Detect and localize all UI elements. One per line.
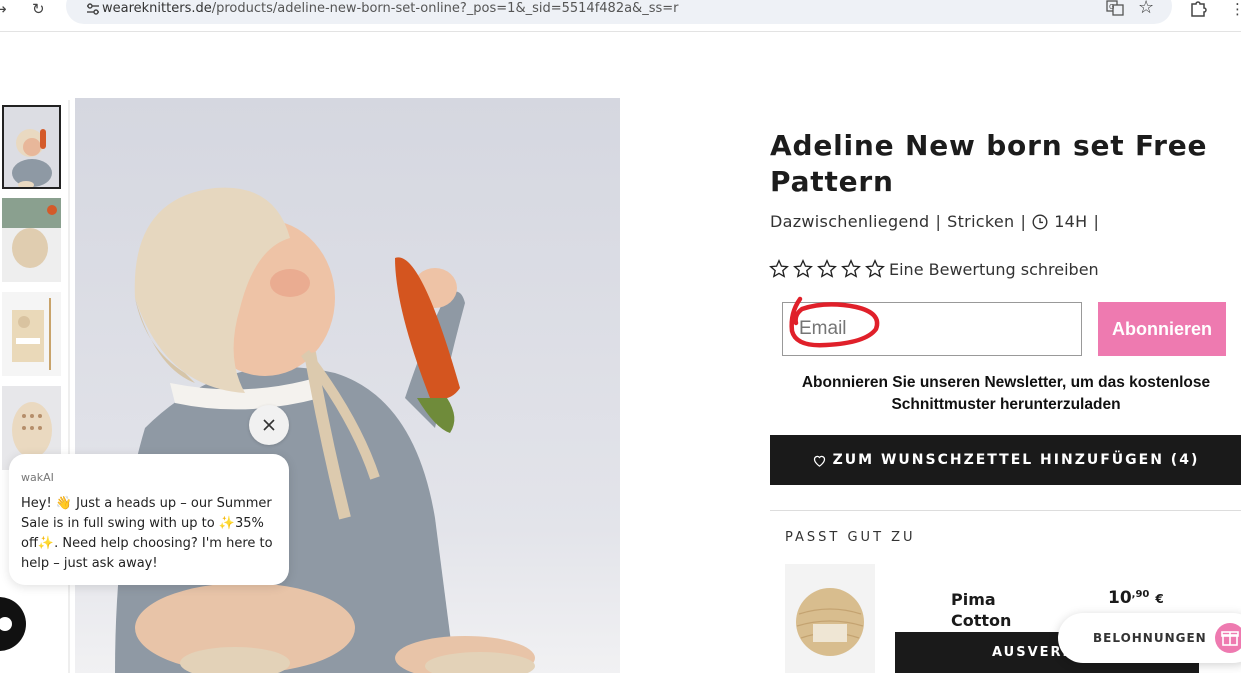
extensions-icon[interactable] [1188,0,1208,18]
product-main-image[interactable] [75,98,620,673]
heart-icon [813,455,825,467]
forward-icon[interactable]: → [0,0,7,18]
craft-type: Stricken [947,212,1015,231]
duration: 14H [1054,212,1088,231]
reload-icon[interactable]: ↻ [32,0,45,18]
rewards-widget[interactable]: BELOHNUNGEN [1058,613,1241,663]
svg-text:G: G [1109,3,1114,11]
rewards-label: BELOHNUNGEN [1093,631,1207,645]
chat-popup[interactable]: wakAI Hey! 👋 Just a heads up – our Summe… [9,454,289,585]
chat-close-button[interactable] [249,405,289,445]
section-divider [770,510,1241,511]
thumbnail-strip [0,100,70,673]
skill-level: Dazwischenliegend [770,212,930,231]
translate-icon[interactable]: G [1106,0,1124,16]
email-input[interactable] [782,302,1082,356]
close-icon [263,419,275,431]
add-to-wishlist-button[interactable]: ZUM WUNSCHZETTEL HINZUFÜGEN (4) [770,435,1241,485]
thumbnail-2[interactable] [2,198,61,282]
thumbnail-1[interactable] [2,105,61,189]
price-cents: ,90 [1131,589,1150,600]
url-path: /products/adeline-new-born-set-online?_p… [211,1,679,16]
related-product-image[interactable] [785,564,875,673]
newsletter-description: Abonnieren Sie unseren Newsletter, um da… [801,374,1211,413]
chat-sender: wakAI [21,471,54,484]
star-icon [769,259,789,278]
star-icon [817,259,837,278]
rating-stars[interactable] [769,259,885,279]
thumbnail-3[interactable] [2,292,61,376]
address-bar[interactable]: weareknitters.de/products/adeline-new-bo… [66,0,1172,24]
wishlist-label: ZUM WUNSCHZETTEL HINZUFÜGEN (4) [832,452,1200,468]
meta-separator: | [935,212,942,231]
browser-toolbar: → ↻ weareknitters.de/products/adeline-ne… [0,0,1241,32]
chat-icon [0,617,12,631]
price-currency: € [1155,592,1164,606]
chat-message: Hey! 👋 Just a heads up – our Summer Sale… [21,496,273,571]
star-icon [793,259,813,278]
related-product-price: 10,90 € [1108,588,1164,608]
url-domain: weareknitters.de [102,1,212,16]
site-settings-icon[interactable] [86,2,100,16]
product-title: Adeline New born set Free Pattern [770,129,1208,198]
url-text: weareknitters.de/products/adeline-new-bo… [102,1,678,16]
meta-separator: | [1093,212,1100,231]
related-heading: PASST GUT ZU [785,530,916,545]
star-icon [865,259,885,278]
star-icon [841,259,861,278]
bookmark-star-icon[interactable]: ☆ [1138,0,1154,18]
rating-row: Eine Bewertung schreiben [769,259,1099,279]
subscribe-button[interactable]: Abonnieren [1098,302,1226,356]
price-main: 10 [1108,588,1132,608]
clock-icon [1032,213,1048,230]
menu-icon[interactable]: ⋮ [1230,0,1241,18]
meta-separator: | [1020,212,1027,231]
product-meta: Dazwischenliegend | Stricken | 14H | [770,212,1099,231]
gift-icon [1215,623,1241,653]
write-review-link[interactable]: Eine Bewertung schreiben [889,260,1099,279]
